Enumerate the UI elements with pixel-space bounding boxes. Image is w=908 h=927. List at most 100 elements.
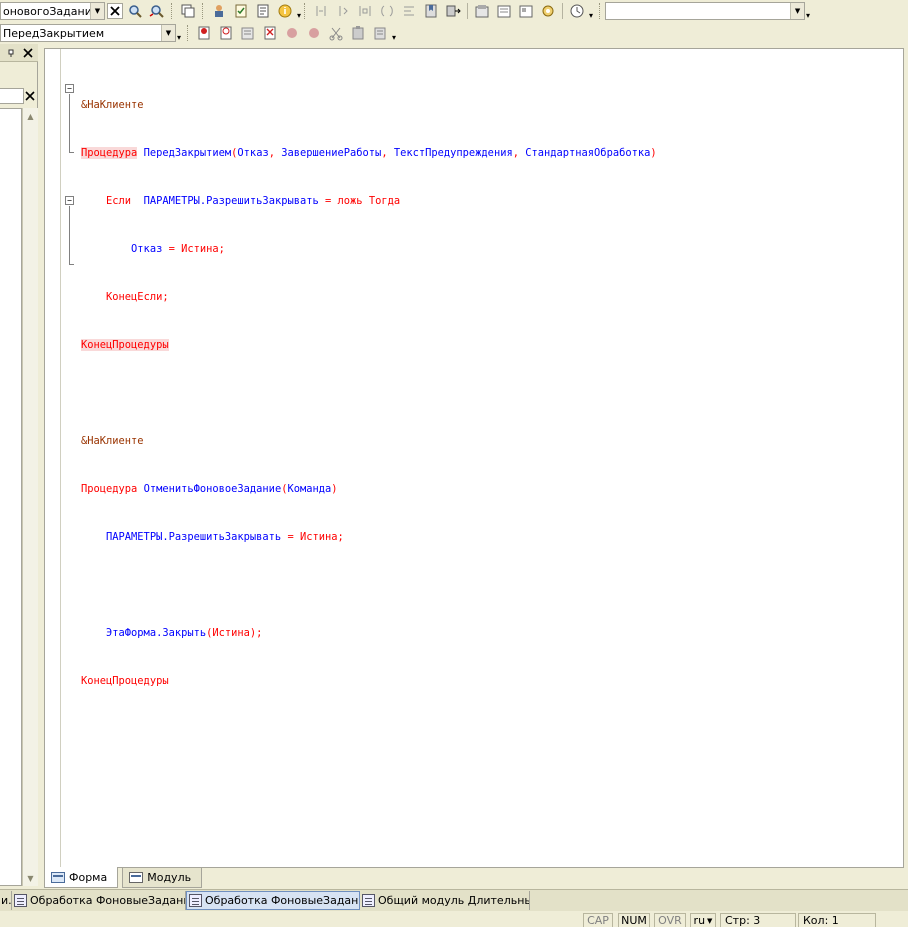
chevron-down-icon: ▼ <box>707 916 713 925</box>
toolbar-overflow-icon[interactable]: ▾ <box>589 11 593 20</box>
editor-tabs: Форма Модуль <box>44 866 206 888</box>
tab-form[interactable]: Форма <box>44 867 119 888</box>
chevron-down-icon[interactable]: ▼ <box>161 25 175 41</box>
caps-indicator: CAP <box>583 913 613 927</box>
breakpoint-list-icon[interactable] <box>238 23 258 43</box>
wizard-icon[interactable] <box>209 1 229 21</box>
step-over-icon[interactable] <box>304 23 324 43</box>
breakpoint-icon[interactable] <box>194 23 214 43</box>
fold-line <box>69 206 70 264</box>
chevron-down-icon[interactable]: ▼ <box>90 3 104 19</box>
toolbar-grip <box>304 3 307 19</box>
tab-module[interactable]: Модуль <box>122 868 203 888</box>
syntax-check-icon[interactable] <box>231 1 251 21</box>
module-icon[interactable] <box>494 1 514 21</box>
common-module-icon <box>362 894 375 907</box>
settings-icon[interactable] <box>538 1 558 21</box>
find-next-icon[interactable] <box>147 1 167 21</box>
line-indicator: Стр: 3 <box>720 913 796 927</box>
code-line: ПАРАМЕТРЫ.РазрешитьЗакрывать = Истина; <box>81 531 344 543</box>
close-icon[interactable] <box>21 46 35 60</box>
properties-icon[interactable] <box>370 23 390 43</box>
bracket-icon[interactable] <box>377 1 397 21</box>
info-icon[interactable] <box>275 1 295 21</box>
processing-icon <box>14 894 27 907</box>
code-line: КонецЕсли; <box>106 291 169 303</box>
code-line: КонецПроцедуры <box>81 675 169 687</box>
procedure-combo-value: ПередЗакрытием <box>3 26 105 40</box>
left-panel-header <box>0 44 38 62</box>
column-indicator: Кол: 1 <box>798 913 876 927</box>
document-icon[interactable] <box>253 1 273 21</box>
code-line: КонецПроцедуры <box>81 339 169 351</box>
left-panel-search-input[interactable] <box>0 88 24 104</box>
scroll-down-icon[interactable]: ▼ <box>23 870 38 886</box>
clear-search-icon[interactable] <box>23 89 37 103</box>
clear-breakpoints-icon[interactable] <box>260 23 280 43</box>
code-line: ЭтаФорма.Закрыть(Истина); <box>81 627 263 639</box>
procedure-combo[interactable]: ПередЗакрытием ▼ <box>0 24 176 42</box>
keyword: Процедура <box>81 147 138 159</box>
indent-right-icon[interactable] <box>333 1 353 21</box>
fold-end <box>69 152 74 153</box>
fold-line <box>69 94 70 152</box>
editor-gutter[interactable] <box>45 49 61 867</box>
form-icon <box>51 871 65 883</box>
clock-icon[interactable] <box>567 1 587 21</box>
module-combo-value: оновогоЗадания <box>3 4 90 18</box>
status-bar: CAP NUM OVR ru ▼ Стр: 3 Кол: 1 <box>0 912 908 927</box>
window-item[interactable]: Обработка ФоновыеЗадани... <box>12 891 186 910</box>
disable-breakpoint-icon[interactable] <box>216 23 236 43</box>
fold-end <box>69 264 74 265</box>
procedures-toolbar: ПередЗакрытием ▼ ▾ ▾ <box>0 22 908 44</box>
pin-icon[interactable] <box>4 46 18 60</box>
code-text[interactable]: &НаКлиенте Процедура ПередЗакрытием(Отка… <box>81 65 657 721</box>
toolbar-separator <box>467 3 469 19</box>
window-item[interactable]: Общий модуль Длительные... <box>360 891 530 910</box>
code-line: Отказ = Истина; <box>81 243 225 255</box>
scroll-up-icon[interactable]: ▲ <box>23 108 38 124</box>
close-icon[interactable] <box>107 3 123 19</box>
tab-form-label: Форма <box>69 870 108 884</box>
block-icon[interactable] <box>355 1 375 21</box>
code-line: Если ПАРАМЕТРЫ.РазрешитьЗакрывать = ложь… <box>106 195 401 207</box>
move-icon[interactable] <box>443 1 463 21</box>
wrap-icon[interactable] <box>399 1 419 21</box>
form-icon[interactable] <box>472 1 492 21</box>
fold-toggle-icon[interactable]: − <box>65 196 74 205</box>
chevron-down-icon[interactable]: ▼ <box>790 3 805 19</box>
toolbar-overflow-icon[interactable]: ▾ <box>297 11 301 20</box>
toolbar-overflow-icon[interactable]: ▾ <box>177 33 181 42</box>
cut-icon[interactable] <box>326 23 346 43</box>
paste-icon[interactable] <box>348 23 368 43</box>
code-line: Процедура ОтменитьФоновоеЗадание(Команда… <box>81 483 338 495</box>
module-combo[interactable]: оновогоЗадания ▼ <box>0 2 105 20</box>
left-panel: ▲ ▼ <box>0 44 38 886</box>
search-combo[interactable]: ▼ <box>605 2 806 20</box>
toolbar-overflow-icon[interactable]: ▾ <box>806 11 810 20</box>
step-into-icon[interactable] <box>282 23 302 43</box>
window-item-active[interactable]: Обработка ФоновыеЗадани... <box>186 891 360 910</box>
bookmark-icon[interactable] <box>421 1 441 21</box>
tab-module-label: Модуль <box>147 871 192 884</box>
preprocessor-directive: &НаКлиенте <box>81 99 144 111</box>
language-selector[interactable]: ru ▼ <box>690 913 716 927</box>
copy-icon[interactable] <box>178 1 198 21</box>
indent-left-icon[interactable] <box>311 1 331 21</box>
code-line: &НаКлиенте <box>81 97 657 113</box>
left-panel-scrollbar[interactable]: ▲ ▼ <box>22 108 38 886</box>
layout-icon[interactable] <box>516 1 536 21</box>
code-editor[interactable]: − − &НаКлиенте Процедура ПередЗакрытием(… <box>44 48 904 868</box>
toolbar-grip <box>599 3 602 19</box>
processing-icon <box>189 894 202 907</box>
left-panel-tree[interactable] <box>0 108 22 886</box>
num-indicator: NUM <box>618 913 650 927</box>
window-item[interactable]: и... <box>0 891 12 910</box>
find-icon[interactable] <box>125 1 145 21</box>
fold-toggle-icon[interactable]: − <box>65 84 74 93</box>
preprocessor-directive: &НаКлиенте <box>81 435 144 447</box>
module-icon <box>129 872 144 883</box>
toolbar-overflow-icon[interactable]: ▾ <box>392 33 396 42</box>
